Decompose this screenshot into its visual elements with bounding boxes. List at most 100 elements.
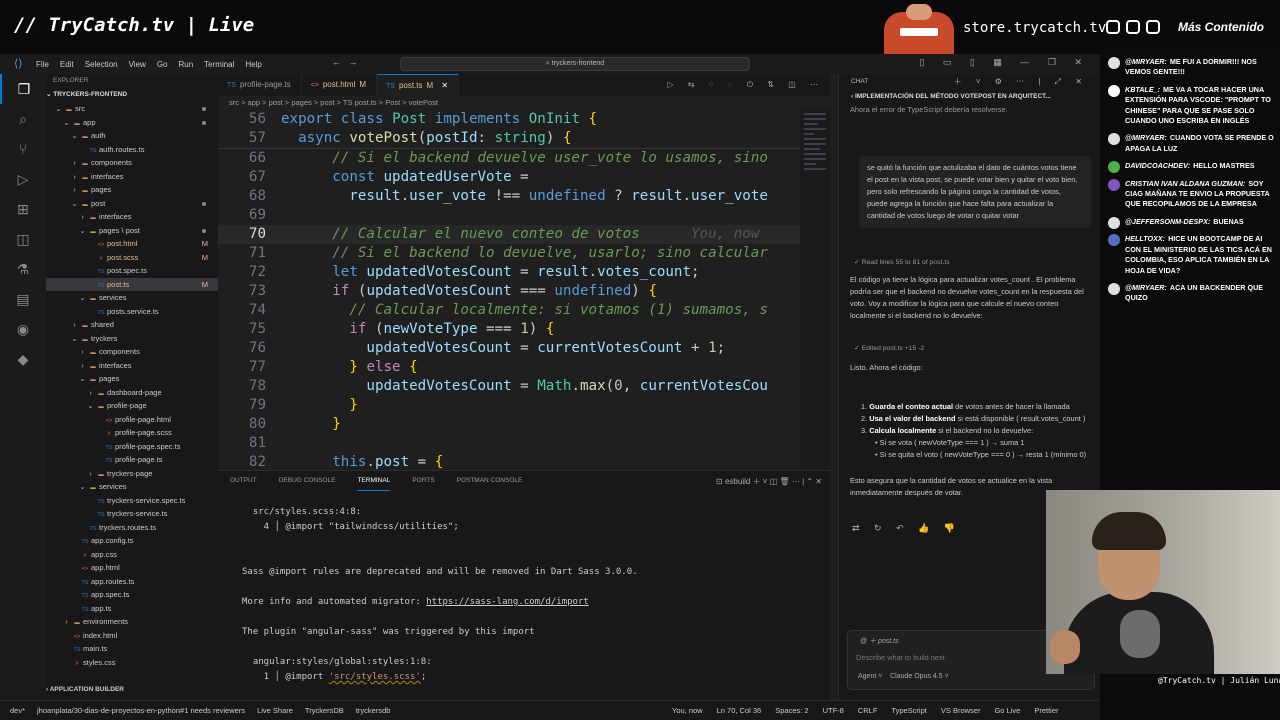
docker-icon[interactable]: ▤ xyxy=(0,284,46,314)
model-selector[interactable]: Claude Opus 4.5 ˅ xyxy=(890,673,949,680)
tree-file[interactable]: TS auth.routes.ts xyxy=(46,143,218,157)
tree-file[interactable]: # post.scss M xyxy=(46,251,218,265)
explorer-root[interactable]: ⌄ TRYCKERS-FRONTEND xyxy=(46,88,218,102)
tree-folder[interactable]: ⌄ ▬ pages \ post xyxy=(46,224,218,238)
status-right-item[interactable]: VS Browser xyxy=(941,706,981,715)
panel-actions[interactable]: ⊡ esbuild ＋ ˅ ◫ 🗑 ⋯ | ⌃ ✕ xyxy=(716,476,822,487)
tree-folder[interactable]: ⌄ ▬ services xyxy=(46,480,218,494)
status-right-item[interactable]: Prettier xyxy=(1034,706,1058,715)
status-right-item[interactable]: UTF-8 xyxy=(823,706,844,715)
tree-file[interactable]: TS profile-page.ts xyxy=(46,453,218,467)
menu-terminal[interactable]: Terminal xyxy=(204,60,234,69)
tab-post-ts[interactable]: TS post.ts M ✕ xyxy=(376,74,460,96)
tree-folder[interactable]: ⌄ ▬ src xyxy=(46,102,218,116)
tree-file[interactable]: TS app.spec.ts xyxy=(46,588,218,602)
tree-file[interactable]: # app.css xyxy=(46,548,218,562)
application-builder-section[interactable]: › APPLICATION BUILDER xyxy=(46,683,218,696)
tree-file[interactable]: TS profile-page.spec.ts xyxy=(46,440,218,454)
remote-icon[interactable]: ◫ xyxy=(0,224,46,254)
breadcrumb[interactable]: src > app > post > pages > post > TS pos… xyxy=(218,96,830,110)
tree-folder[interactable]: › ▬ shared xyxy=(46,318,218,332)
tree-file[interactable]: <> app.html xyxy=(46,561,218,575)
status-right-item[interactable]: You, now xyxy=(672,706,703,715)
tree-folder[interactable]: › ▬ interfaces xyxy=(46,210,218,224)
status-left-item[interactable]: TryckersDB xyxy=(305,706,344,715)
menu-go[interactable]: Go xyxy=(157,60,168,69)
chat-input-placeholder[interactable]: Describe what to build next xyxy=(856,653,945,662)
menu-file[interactable]: File xyxy=(36,60,49,69)
tree-folder[interactable]: ⌄ ▬ auth xyxy=(46,129,218,143)
status-left-item[interactable]: dev* xyxy=(10,706,25,715)
chat-header-icons[interactable]: ＋ ˅ ⚙ ⋯ | ⤢ ✕ xyxy=(954,74,1088,90)
status-right-item[interactable]: Spaces: 2 xyxy=(775,706,808,715)
tree-folder[interactable]: › ▬ interfaces xyxy=(46,170,218,184)
tree-folder[interactable]: › ▬ pages xyxy=(46,183,218,197)
python-icon[interactable]: ◆ xyxy=(0,344,46,374)
panel-tab-debug-console[interactable]: DEBUG CONSOLE xyxy=(279,471,336,491)
chat-attached-file[interactable]: @ ＋ post.ts xyxy=(860,636,899,646)
tab-post-html[interactable]: <> post.html M xyxy=(302,74,377,96)
status-right-item[interactable]: TypeScript xyxy=(891,706,926,715)
chat-mode-model[interactable]: Agent ˅ Claude Opus 4.5 ˅ xyxy=(858,673,949,680)
tree-file[interactable]: TS app.routes.ts xyxy=(46,575,218,589)
tree-folder[interactable]: › ▬ interfaces xyxy=(46,359,218,373)
tree-folder[interactable]: ⌄ ▬ profile-page xyxy=(46,399,218,413)
status-right-item[interactable]: CRLF xyxy=(858,706,878,715)
panel-tab-ports[interactable]: PORTS xyxy=(412,471,434,491)
search-icon[interactable]: ⌕ xyxy=(0,104,46,134)
panel-tab-postman-console[interactable]: POSTMAN CONSOLE xyxy=(457,471,523,491)
tree-file[interactable]: <> index.html xyxy=(46,629,218,643)
editor-actions[interactable]: ▷ ⇆ ◌ ◌ ⏻ ⇅ ◫ ⋯ xyxy=(667,80,824,90)
testing-icon[interactable]: ⚗ xyxy=(0,254,46,284)
source-control-icon[interactable]: ⑂ xyxy=(0,134,46,164)
menu-edit[interactable]: Edit xyxy=(60,60,74,69)
explorer-icon[interactable]: ❐ xyxy=(0,74,46,104)
tree-file[interactable]: TS tryckers.routes.ts xyxy=(46,521,218,535)
tab-profile-page-ts[interactable]: TS profile-page.ts xyxy=(218,74,302,96)
run-debug-icon[interactable]: ▷ xyxy=(0,164,46,194)
tree-folder[interactable]: › ▬ environments xyxy=(46,615,218,629)
tree-file[interactable]: # profile-page.scss xyxy=(46,426,218,440)
tree-file[interactable]: TS main.ts xyxy=(46,642,218,656)
menu-run[interactable]: Run xyxy=(178,60,193,69)
tree-file[interactable]: TS post.spec.ts xyxy=(46,264,218,278)
postman-icon[interactable]: ◉ xyxy=(0,314,46,344)
tree-file[interactable]: TS post.ts M xyxy=(46,277,218,291)
status-left-item[interactable]: jhoanplata/30-dias-de-proyectos-en-pytho… xyxy=(37,706,245,715)
tree-file[interactable]: TS app.ts xyxy=(46,602,218,616)
tree-folder[interactable]: › ▬ components xyxy=(46,156,218,170)
command-center-search[interactable]: ⌕ tryckers-frontend xyxy=(400,57,750,71)
status-right-item[interactable]: Ln 70, Col 36 xyxy=(717,706,762,715)
menu-selection[interactable]: Selection xyxy=(85,60,118,69)
tree-folder[interactable]: › ▬ tryckers-page xyxy=(46,467,218,481)
tree-folder[interactable]: ⌄ ▬ pages xyxy=(46,372,218,386)
minimap[interactable] xyxy=(800,110,830,470)
tree-folder[interactable]: ⌄ ▬ app xyxy=(46,116,218,130)
code-editor[interactable]: 56 export class Post implements OnInit {5… xyxy=(218,110,830,470)
tree-file[interactable]: <> profile-page.html xyxy=(46,413,218,427)
tree-folder[interactable]: ⌄ ▬ services xyxy=(46,291,218,305)
tree-folder[interactable]: ⌄ ▬ post xyxy=(46,197,218,211)
tree-file[interactable]: TS app.config.ts xyxy=(46,534,218,548)
agent-selector[interactable]: Agent ˅ xyxy=(858,673,882,680)
chat-feedback-actions[interactable]: ⇄ ↻ ↶ 👍 👎 xyxy=(852,523,961,534)
tree-file[interactable]: TS posts.service.ts xyxy=(46,305,218,319)
chat-session-title[interactable]: ‹ IMPLEMENTACIÓN DEL MÉTODO VOTEPOST EN … xyxy=(839,90,1100,104)
status-left-item[interactable]: Live Share xyxy=(257,706,293,715)
tree-folder[interactable]: › ▬ dashboard-page xyxy=(46,386,218,400)
panel-tab-output[interactable]: OUTPUT xyxy=(230,471,257,491)
tree-file[interactable]: # styles.css xyxy=(46,656,218,670)
panel-tab-terminal[interactable]: TERMINAL xyxy=(357,471,391,491)
tree-file[interactable]: <> post.html M xyxy=(46,237,218,251)
menu-view[interactable]: View xyxy=(129,60,146,69)
terminal-link[interactable]: https://sass-lang.com/d/import xyxy=(426,597,589,607)
extensions-icon[interactable]: ⊞ xyxy=(0,194,46,224)
tree-folder[interactable]: › ▬ components xyxy=(46,345,218,359)
status-right-item[interactable]: Go Live xyxy=(994,706,1020,715)
nav-arrows[interactable]: ← → xyxy=(332,57,358,67)
tree-file[interactable]: TS tryckers-service.spec.ts xyxy=(46,494,218,508)
close-icon[interactable]: ✕ xyxy=(439,81,448,90)
window-controls[interactable]: ▯ ▭ ▯ ▦ — ❐ ✕ xyxy=(919,57,1090,68)
terminal-output[interactable]: src/styles.scss:4:8: 4 │ @import "tailwi… xyxy=(242,505,638,685)
tree-folder[interactable]: ⌄ ▬ tryckers xyxy=(46,332,218,346)
